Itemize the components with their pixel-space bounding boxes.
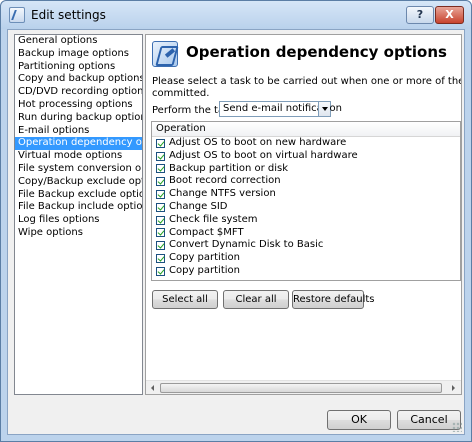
page-title: Operation dependency options — [186, 43, 447, 61]
edit-pencil-icon — [152, 41, 178, 67]
sidebar-item-hot-processing[interactable]: Hot processing options — [15, 99, 142, 112]
scroll-right-icon[interactable] — [448, 382, 460, 394]
perform-task-dropdown[interactable]: Send e-mail notification — [219, 101, 342, 117]
resize-grip-icon[interactable] — [452, 422, 462, 432]
options-category-list[interactable]: General options Backup image options Par… — [14, 34, 143, 395]
dialog-body: General options Backup image options Par… — [7, 29, 465, 435]
ok-button[interactable]: OK — [327, 410, 391, 430]
sidebar-item-wipe[interactable]: Wipe options — [15, 227, 142, 240]
operation-checkbox[interactable] — [156, 190, 165, 200]
sidebar-item-cd-dvd-recording[interactable]: CD/DVD recording options — [15, 86, 142, 99]
description-text: Please select a task to be carried out w… — [152, 76, 461, 100]
help-button[interactable]: ? — [406, 6, 434, 24]
description-line: committed. — [152, 88, 210, 99]
list-item[interactable]: Adjust OS to boot on new hardware — [152, 137, 460, 150]
operation-label: Adjust OS to boot on new hardware — [169, 137, 347, 148]
select-all-button[interactable]: Select all — [152, 290, 218, 309]
operations-list[interactable]: Operation Adjust OS to boot on new hardw… — [151, 121, 461, 281]
operation-label: Compact $MFT — [169, 226, 244, 238]
list-item[interactable]: Change NTFS version — [152, 188, 460, 201]
operation-label: Backup partition or disk — [169, 162, 288, 174]
operation-checkbox[interactable] — [156, 138, 165, 148]
list-item[interactable]: Adjust OS to boot on virtual hardware — [152, 150, 460, 163]
operation-label: Copy partition — [169, 252, 240, 264]
operation-label: Boot record correction — [169, 175, 281, 187]
settings-app-icon — [9, 7, 25, 23]
sidebar-item-copy-and-backup[interactable]: Copy and backup options — [15, 73, 142, 86]
sidebar-item-partitioning[interactable]: Partitioning options — [15, 61, 142, 74]
operations-column-header[interactable]: Operation — [152, 122, 460, 137]
list-item[interactable]: Change SID — [152, 201, 460, 214]
sidebar-item-file-system-conversion[interactable]: File system conversion options — [15, 163, 142, 176]
sidebar-item-copy-backup-exclude[interactable]: Copy/Backup exclude options — [15, 176, 142, 189]
title-bar[interactable]: Edit settings ? X — [1, 1, 471, 29]
operation-label: Adjust OS to boot on virtual hardware — [169, 149, 358, 161]
operation-checkbox[interactable] — [156, 241, 165, 251]
operation-checkbox[interactable] — [156, 202, 165, 212]
description-line: Please select a task to be carried out w… — [152, 76, 461, 87]
sidebar-item-general[interactable]: General options — [15, 35, 142, 48]
operation-checkbox[interactable] — [156, 151, 165, 161]
sidebar-item-email[interactable]: E-mail options — [15, 125, 142, 138]
sidebar-item-file-backup-include[interactable]: File Backup include options — [15, 201, 142, 214]
options-panel: Operation dependency options Please sele… — [145, 34, 462, 395]
list-item[interactable]: Boot record correction — [152, 175, 460, 188]
clear-all-button[interactable]: Clear all — [223, 290, 289, 309]
sidebar-item-file-backup-exclude[interactable]: File Backup exclude options — [15, 189, 142, 202]
list-item[interactable]: Convert Dynamic Disk to Basic — [152, 239, 460, 252]
list-item[interactable]: Copy partition — [152, 265, 460, 278]
list-item[interactable]: Backup partition or disk — [152, 163, 460, 176]
scroll-left-icon[interactable] — [147, 382, 159, 394]
sidebar-item-run-during-backup[interactable]: Run during backup options — [15, 112, 142, 125]
operation-checkbox[interactable] — [156, 228, 165, 238]
sidebar-item-virtual-mode[interactable]: Virtual mode options — [15, 150, 142, 163]
sidebar-item-backup-image[interactable]: Backup image options — [15, 48, 142, 61]
horizontal-scrollbar[interactable] — [146, 380, 461, 394]
operation-checkbox[interactable] — [156, 177, 165, 187]
operation-label: Check file system — [169, 213, 258, 225]
list-item[interactable]: Compact $MFT — [152, 227, 460, 240]
window-title: Edit settings — [31, 8, 106, 22]
operation-label: Convert Dynamic Disk to Basic — [169, 239, 324, 251]
scrollbar-thumb[interactable] — [160, 383, 442, 393]
operation-label: Change NTFS version — [169, 188, 276, 200]
operation-checkbox[interactable] — [156, 266, 165, 276]
operation-checkbox[interactable] — [156, 164, 165, 174]
sidebar-item-operation-dependency[interactable]: Operation dependency options — [15, 137, 142, 151]
close-button[interactable]: X — [435, 6, 464, 24]
restore-defaults-button[interactable]: Restore defaults — [292, 290, 375, 309]
operation-label: Change SID — [169, 200, 228, 212]
operation-label: Copy partition — [169, 264, 240, 276]
sidebar-item-log-files[interactable]: Log files options — [15, 214, 142, 227]
edit-settings-window: Edit settings ? X General options Backup… — [0, 0, 472, 442]
list-item[interactable]: Copy partition — [152, 252, 460, 265]
chevron-down-icon[interactable] — [318, 102, 330, 116]
list-item[interactable]: Check file system — [152, 214, 460, 227]
operation-checkbox[interactable] — [156, 254, 165, 264]
operation-checkbox[interactable] — [156, 215, 165, 225]
